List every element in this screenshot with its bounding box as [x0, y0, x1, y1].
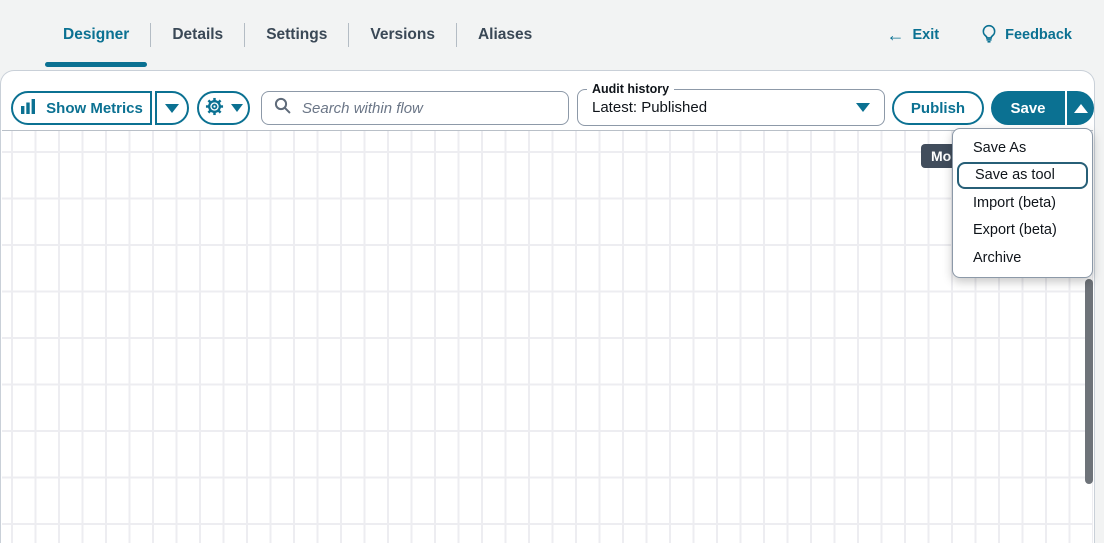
- flow-tabs: Designer Details Settings Versions Alias…: [42, 0, 553, 70]
- caret-up-icon: [1074, 104, 1088, 113]
- caret-down-icon: [231, 104, 243, 112]
- show-metrics-label: Show Metrics: [46, 100, 143, 117]
- feedback-label: Feedback: [1005, 27, 1072, 43]
- vertical-scrollbar-thumb[interactable]: [1085, 279, 1093, 484]
- menu-item-save-as-tool[interactable]: Save as tool: [957, 162, 1088, 190]
- settings-dropdown-button[interactable]: [197, 91, 250, 125]
- lightbulb-icon: [981, 24, 997, 47]
- menu-item-save-as[interactable]: Save As: [957, 134, 1088, 162]
- tab-versions-label: Versions: [370, 26, 435, 44]
- search-field: [261, 91, 569, 125]
- menu-item-import-beta[interactable]: Import (beta): [957, 189, 1088, 217]
- caret-down-icon: [165, 104, 179, 113]
- tab-versions[interactable]: Versions: [349, 0, 456, 70]
- show-metrics-dropdown-button[interactable]: [155, 91, 189, 125]
- publish-button[interactable]: Publish: [892, 91, 984, 125]
- tab-aliases[interactable]: Aliases: [457, 0, 553, 70]
- search-icon: [274, 97, 291, 119]
- tab-designer[interactable]: Designer: [42, 0, 150, 70]
- menu-item-export-beta[interactable]: Export (beta): [957, 217, 1088, 245]
- gear-icon: [205, 97, 224, 120]
- audit-history-value: Latest: Published: [592, 99, 856, 116]
- save-dropdown-menu: Save As Save as tool Import (beta) Expor…: [952, 128, 1093, 278]
- top-header: Designer Details Settings Versions Alias…: [0, 0, 1104, 70]
- tab-aliases-label: Aliases: [478, 26, 532, 44]
- tab-details[interactable]: Details: [151, 0, 244, 70]
- save-button[interactable]: Save: [991, 91, 1065, 125]
- save-dropdown-button[interactable]: [1067, 91, 1094, 125]
- tab-settings[interactable]: Settings: [245, 0, 348, 70]
- designer-panel: Show Metrics: [0, 70, 1095, 543]
- header-actions: ← Exit Feedback: [887, 0, 1073, 70]
- tab-settings-label: Settings: [266, 26, 327, 44]
- audit-history-select[interactable]: Audit history Latest: Published: [577, 89, 885, 126]
- caret-down-icon: [856, 103, 870, 112]
- tab-designer-label: Designer: [63, 26, 129, 44]
- audit-history-label: Audit history: [587, 81, 674, 98]
- search-input[interactable]: [300, 99, 556, 118]
- show-metrics-button[interactable]: Show Metrics: [11, 91, 152, 125]
- exit-label: Exit: [913, 27, 940, 43]
- bar-chart-icon: [20, 98, 37, 119]
- feedback-button[interactable]: Feedback: [981, 24, 1072, 47]
- flow-canvas[interactable]: [2, 130, 1093, 543]
- menu-item-archive[interactable]: Archive: [957, 244, 1088, 272]
- exit-button[interactable]: ← Exit: [887, 26, 940, 44]
- arrow-left-icon: ←: [887, 26, 905, 44]
- tab-details-label: Details: [172, 26, 223, 44]
